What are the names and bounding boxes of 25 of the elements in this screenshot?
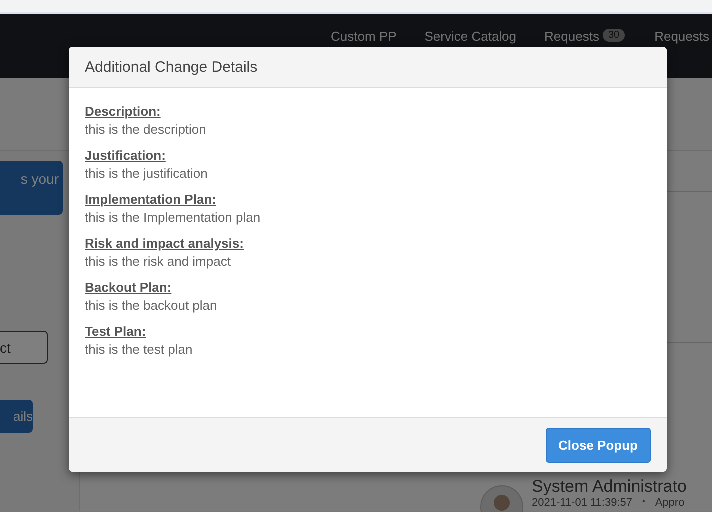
status-text: Appro bbox=[655, 497, 685, 509]
nav-link[interactable]: Service Catalog bbox=[424, 29, 517, 44]
timestamp: 2021-11-01 11:39:57 bbox=[532, 497, 633, 509]
nav-link[interactable]: Custom PP bbox=[331, 29, 397, 44]
section-text: this is the test plan bbox=[85, 342, 193, 357]
section-heading: Test Plan: bbox=[85, 324, 146, 339]
notice-banner: s your bbox=[0, 161, 63, 215]
section-heading: Description: bbox=[85, 104, 161, 119]
input-field[interactable]: ct bbox=[0, 331, 48, 364]
modal-title: Additional Change Details bbox=[85, 58, 258, 76]
nav-link[interactable]: Requests bbox=[544, 29, 600, 44]
section-heading: Implementation Plan: bbox=[85, 192, 216, 207]
section-text: this is the Implementation plan bbox=[85, 210, 261, 225]
section-heading: Backout Plan: bbox=[85, 280, 172, 295]
author-name: System Administrato bbox=[532, 477, 687, 497]
section-text: this is the backout plan bbox=[85, 298, 218, 313]
section-text: this is the risk and impact bbox=[85, 254, 231, 269]
nav-link[interactable]: Requests bbox=[654, 29, 710, 44]
section-text: this is the description bbox=[85, 122, 206, 137]
section-heading: Risk and impact analysis: bbox=[85, 236, 244, 251]
section-text: this is the justification bbox=[85, 166, 208, 181]
section-heading: Justification: bbox=[85, 148, 166, 163]
details-button[interactable]: ails bbox=[0, 400, 33, 433]
separator-dot: • bbox=[642, 497, 646, 508]
close-popup-button[interactable]: Close Popup bbox=[546, 428, 651, 462]
